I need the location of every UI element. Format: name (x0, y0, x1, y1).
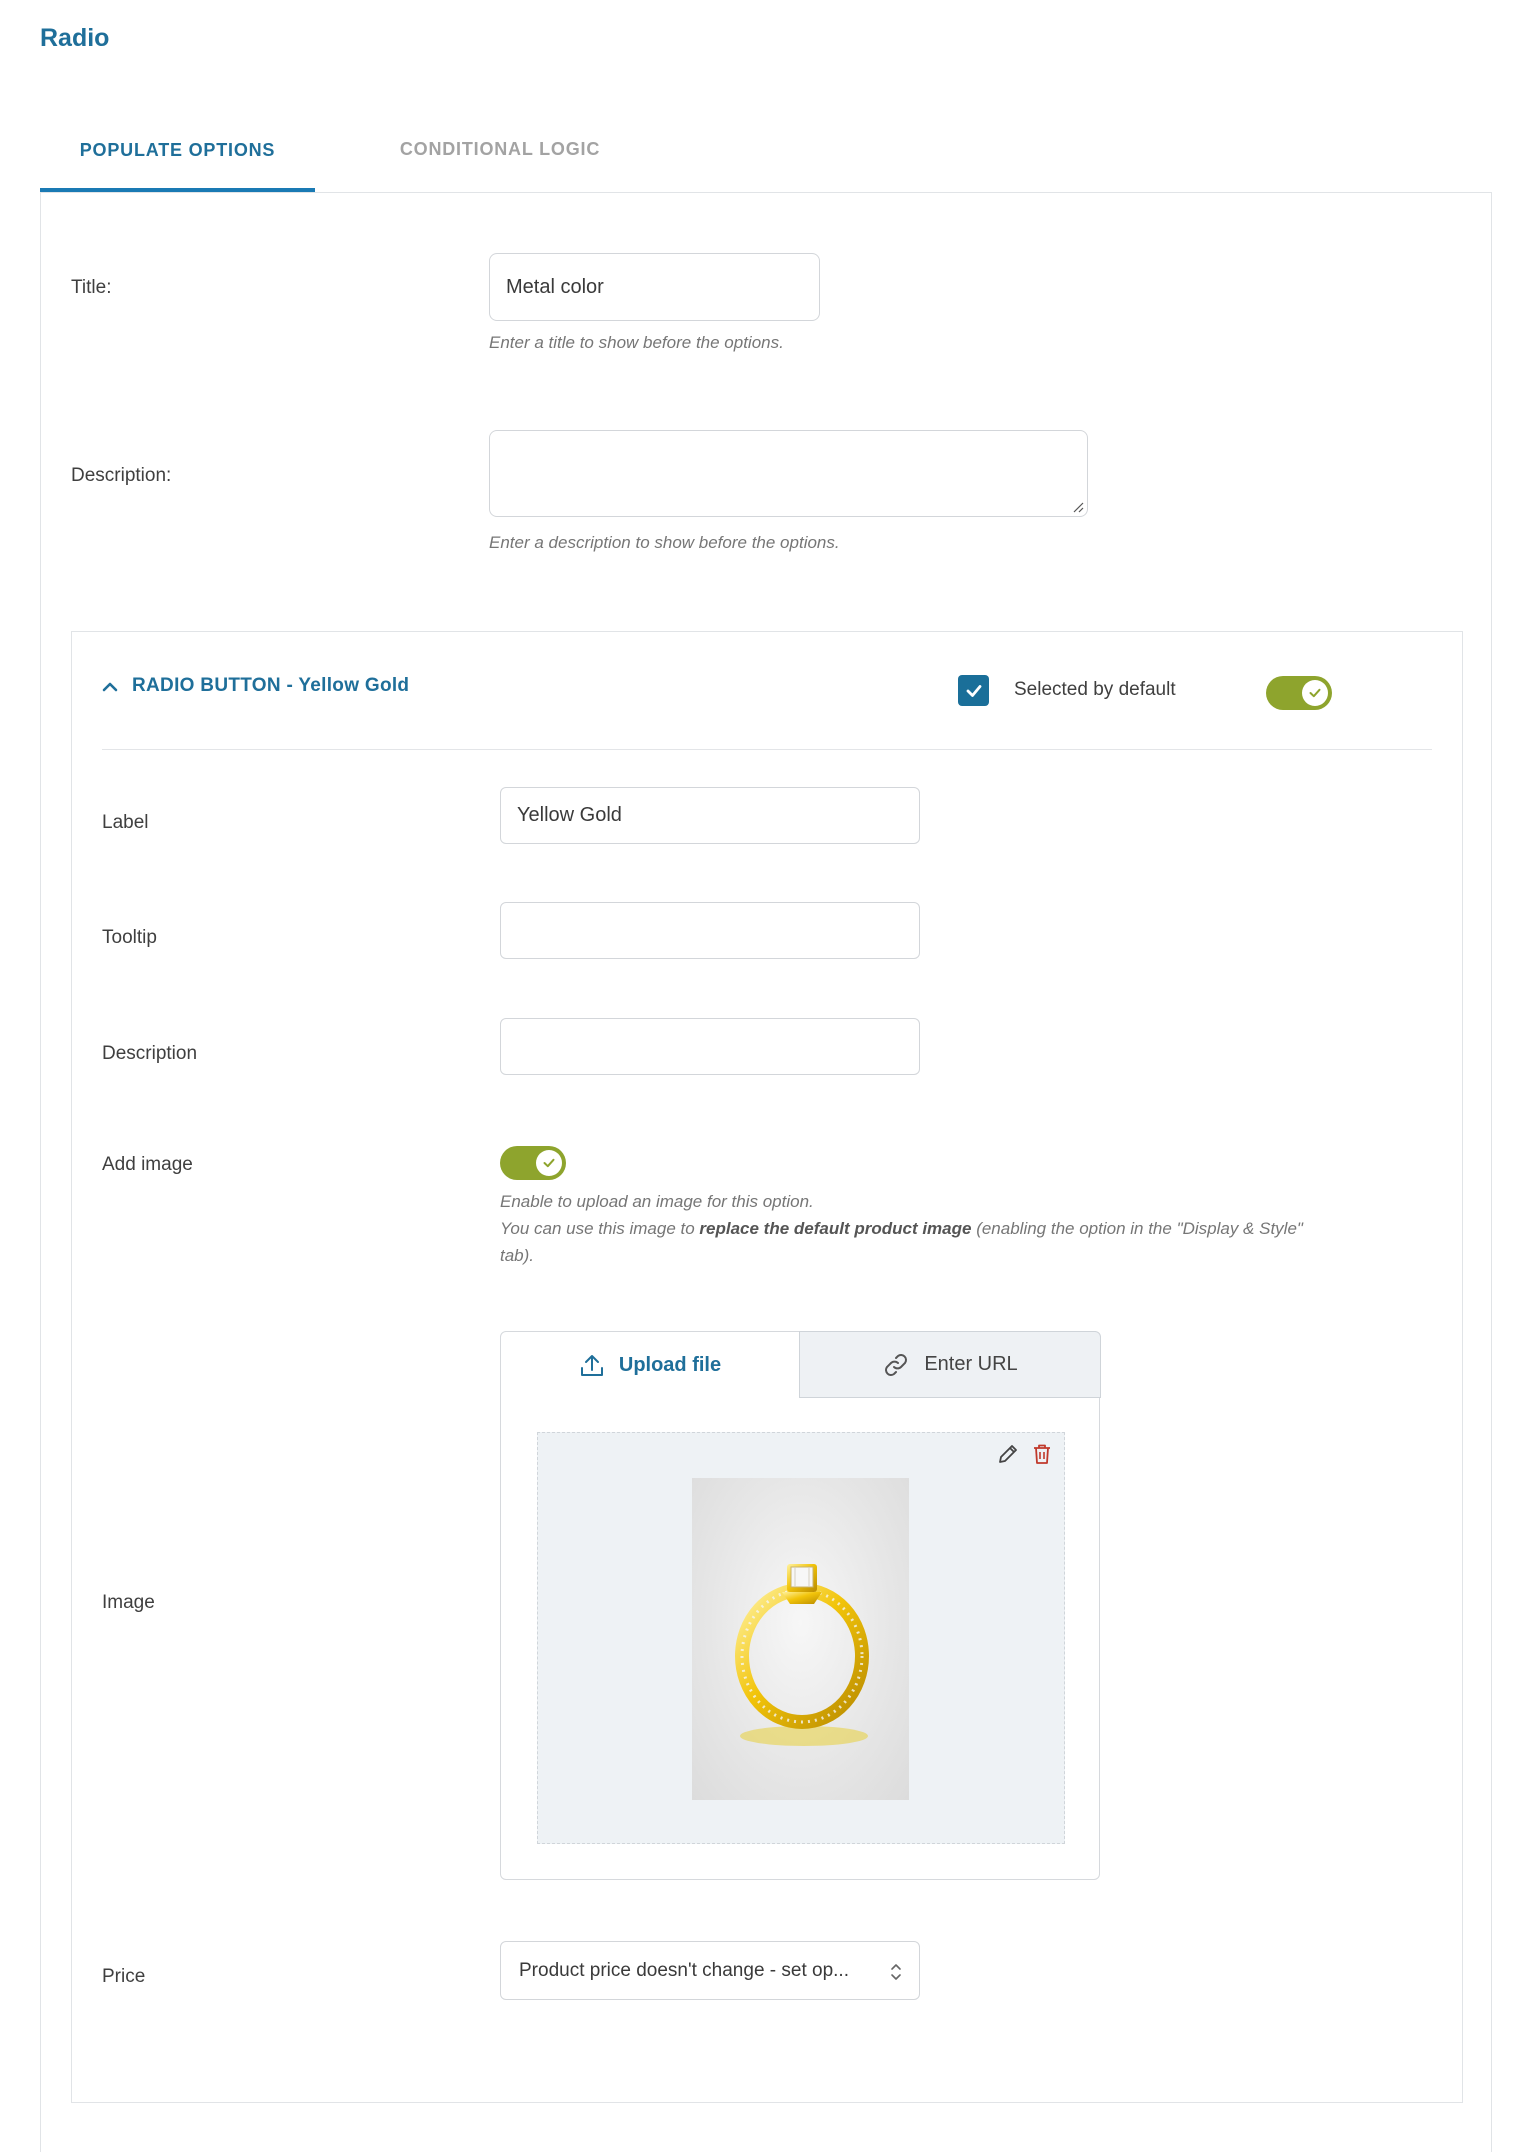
toggle-knob (1302, 680, 1328, 706)
title-label: Title: (71, 277, 112, 298)
page-title: Radio (40, 24, 110, 52)
check-icon (1309, 688, 1321, 698)
selected-by-default-checkbox[interactable] (958, 675, 989, 706)
upload-file-tab[interactable]: Upload file (501, 1332, 799, 1398)
option-label-input[interactable]: Yellow Gold (500, 787, 920, 844)
price-select-value: Product price doesn't change - set op... (519, 1959, 849, 1981)
resize-grip-icon[interactable] (1072, 501, 1084, 513)
add-image-label: Add image (102, 1154, 193, 1175)
upload-icon (580, 1355, 603, 1376)
description-label: Description: (71, 465, 172, 486)
ring-photo (692, 1478, 909, 1800)
enter-url-label: Enter URL (924, 1353, 1018, 1375)
price-label: Price (102, 1966, 146, 1987)
option-enabled-toggle[interactable] (1266, 676, 1332, 710)
description-textarea[interactable] (489, 430, 1088, 517)
tab-bar: POPULATE OPTIONS CONDITIONAL LOGIC (40, 110, 1492, 194)
link-icon (885, 1353, 908, 1376)
radio-option-collapse-toggle[interactable]: RADIO BUTTON - Yellow Gold (102, 675, 409, 697)
add-image-toggle[interactable] (500, 1146, 566, 1180)
chevron-up-icon (102, 682, 118, 692)
tab-populate-options[interactable]: POPULATE OPTIONS (40, 110, 315, 193)
check-icon (543, 1158, 555, 1168)
image-uploader: Upload file Enter URL (500, 1331, 1101, 1880)
option-description-label: Description (102, 1043, 198, 1064)
check-icon (966, 684, 981, 697)
options-panel: Title: Metal color Enter a title to show… (40, 192, 1492, 2152)
select-arrows-icon (891, 1964, 901, 1980)
image-preview (537, 1432, 1065, 1844)
trash-icon[interactable] (1030, 1442, 1054, 1466)
upload-file-label: Upload file (618, 1353, 722, 1376)
add-image-help-line3: tab). (500, 1246, 535, 1265)
price-select[interactable]: Product price doesn't change - set op... (500, 1941, 920, 2000)
radio-option-header: RADIO BUTTON - Yellow Gold Selected by d… (102, 632, 1432, 750)
title-input[interactable]: Metal color (489, 253, 820, 321)
edit-pencil-icon[interactable] (996, 1442, 1020, 1466)
radio-option-title: RADIO BUTTON - Yellow Gold (132, 675, 410, 696)
tab-conditional-logic[interactable]: CONDITIONAL LOGIC (346, 110, 654, 188)
option-tooltip-label: Tooltip (102, 927, 157, 948)
image-label: Image (102, 1592, 155, 1613)
add-image-help-line1: Enable to upload an image for this optio… (500, 1192, 814, 1211)
add-image-help: Enable to upload an image for this optio… (500, 1188, 1430, 1269)
option-tooltip-input[interactable] (500, 902, 920, 959)
description-help: Enter a description to show before the o… (489, 533, 840, 552)
selected-by-default-label: Selected by default (1014, 679, 1176, 700)
title-help: Enter a title to show before the options… (489, 333, 784, 352)
option-description-input[interactable] (500, 1018, 920, 1075)
radio-option-card: RADIO BUTTON - Yellow Gold Selected by d… (71, 631, 1463, 2103)
option-label-label: Label (102, 812, 149, 833)
toggle-knob (536, 1150, 562, 1176)
add-image-help-line2: You can use this image to replace the de… (500, 1219, 1303, 1238)
ring-image (735, 1564, 869, 1746)
enter-url-tab[interactable]: Enter URL (799, 1331, 1101, 1398)
